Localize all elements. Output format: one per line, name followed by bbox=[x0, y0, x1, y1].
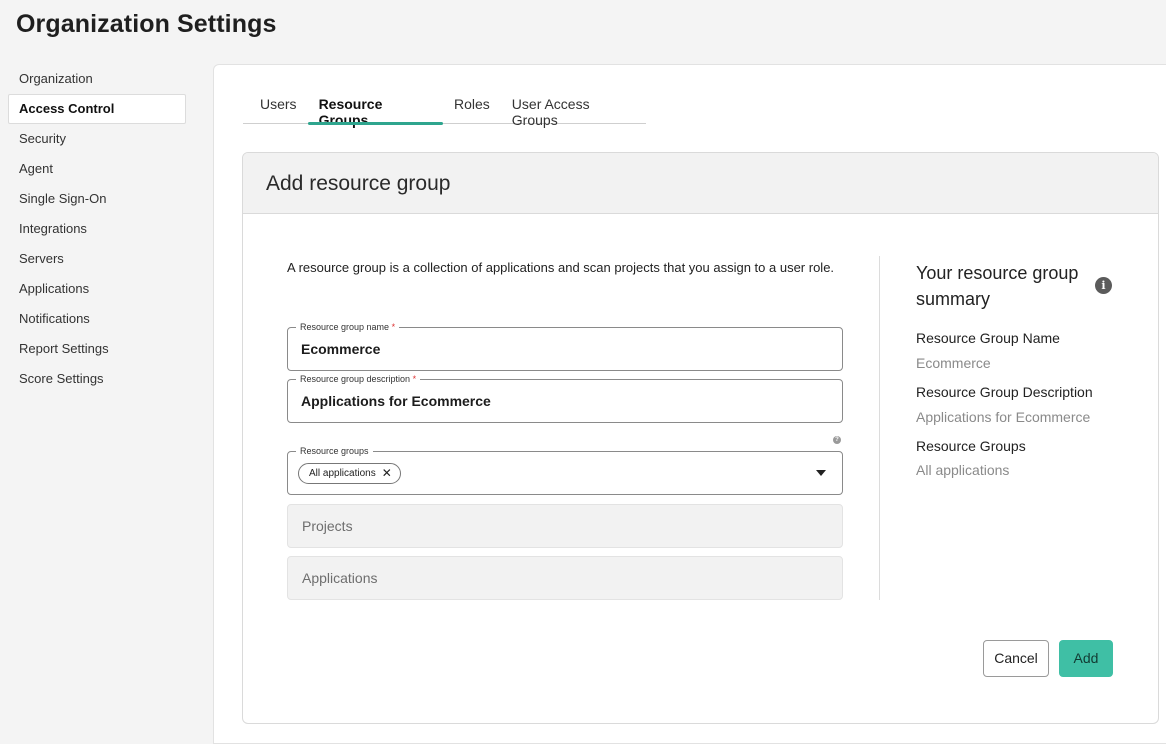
tab-bar: Users Resource Groups Roles User Access … bbox=[243, 90, 646, 128]
sidebar-item-organization[interactable]: Organization bbox=[8, 64, 186, 94]
tab-resource-groups[interactable]: Resource Groups bbox=[307, 90, 444, 128]
chip-label: All applications bbox=[309, 468, 376, 479]
resource-group-name-value: Ecommerce bbox=[301, 341, 381, 357]
resource-groups-select[interactable]: Resource groups All applications ✕ bbox=[287, 445, 843, 495]
tab-users[interactable]: Users bbox=[243, 90, 308, 124]
resource-group-description-field[interactable]: Resource group description * Application… bbox=[287, 373, 843, 423]
cancel-button[interactable]: Cancel bbox=[983, 640, 1049, 677]
resource-group-name-field[interactable]: Resource group name * Ecommerce bbox=[287, 321, 843, 371]
tab-roles[interactable]: Roles bbox=[443, 90, 501, 124]
sidebar-item-notifications[interactable]: Notifications bbox=[8, 304, 186, 334]
sidebar-item-security[interactable]: Security bbox=[8, 124, 186, 154]
summary-name-label: Resource Group Name bbox=[916, 330, 1060, 346]
help-icon[interactable]: ? bbox=[833, 436, 841, 444]
projects-field[interactable]: Projects bbox=[287, 504, 843, 548]
resource-group-description-value: Applications for Ecommerce bbox=[301, 393, 491, 409]
resource-group-chip: All applications ✕ bbox=[298, 463, 401, 484]
resource-group-name-label: Resource group name * bbox=[296, 321, 400, 333]
sidebar: Organization Access Control Security Age… bbox=[8, 64, 186, 394]
summary-description-label: Resource Group Description bbox=[916, 384, 1093, 400]
intro-text: A resource group is a collection of appl… bbox=[287, 260, 835, 275]
resource-groups-label: Resource groups bbox=[296, 445, 373, 457]
sidebar-item-servers[interactable]: Servers bbox=[8, 244, 186, 274]
required-mark: * bbox=[412, 374, 417, 384]
card-title: Add resource group bbox=[243, 153, 1158, 214]
summary-description-value: Applications for Ecommerce bbox=[916, 409, 1091, 425]
sidebar-item-agent[interactable]: Agent bbox=[8, 154, 186, 184]
summary-name-value: Ecommerce bbox=[916, 355, 991, 371]
close-icon[interactable]: ✕ bbox=[382, 464, 392, 483]
summary-groups-label: Resource Groups bbox=[916, 438, 1026, 454]
sidebar-item-report-settings[interactable]: Report Settings bbox=[8, 334, 186, 364]
sidebar-item-score-settings[interactable]: Score Settings bbox=[8, 364, 186, 394]
sidebar-item-applications[interactable]: Applications bbox=[8, 274, 186, 304]
required-mark: * bbox=[391, 322, 396, 332]
sidebar-item-integrations[interactable]: Integrations bbox=[8, 214, 186, 244]
applications-field[interactable]: Applications bbox=[287, 556, 843, 600]
resource-group-description-label: Resource group description * bbox=[296, 373, 421, 385]
summary-title: Your resource group summary bbox=[916, 263, 1079, 309]
divider bbox=[879, 256, 880, 600]
chevron-down-icon[interactable] bbox=[816, 470, 826, 476]
sidebar-item-access-control[interactable]: Access Control bbox=[8, 94, 186, 124]
page-title: Organization Settings bbox=[16, 10, 277, 38]
info-icon[interactable]: i bbox=[1095, 277, 1112, 294]
add-button[interactable]: Add bbox=[1059, 640, 1113, 677]
tab-user-access-groups[interactable]: User Access Groups bbox=[501, 90, 646, 128]
sidebar-item-single-sign-on[interactable]: Single Sign-On bbox=[8, 184, 186, 214]
summary-groups-value: All applications bbox=[916, 462, 1010, 478]
